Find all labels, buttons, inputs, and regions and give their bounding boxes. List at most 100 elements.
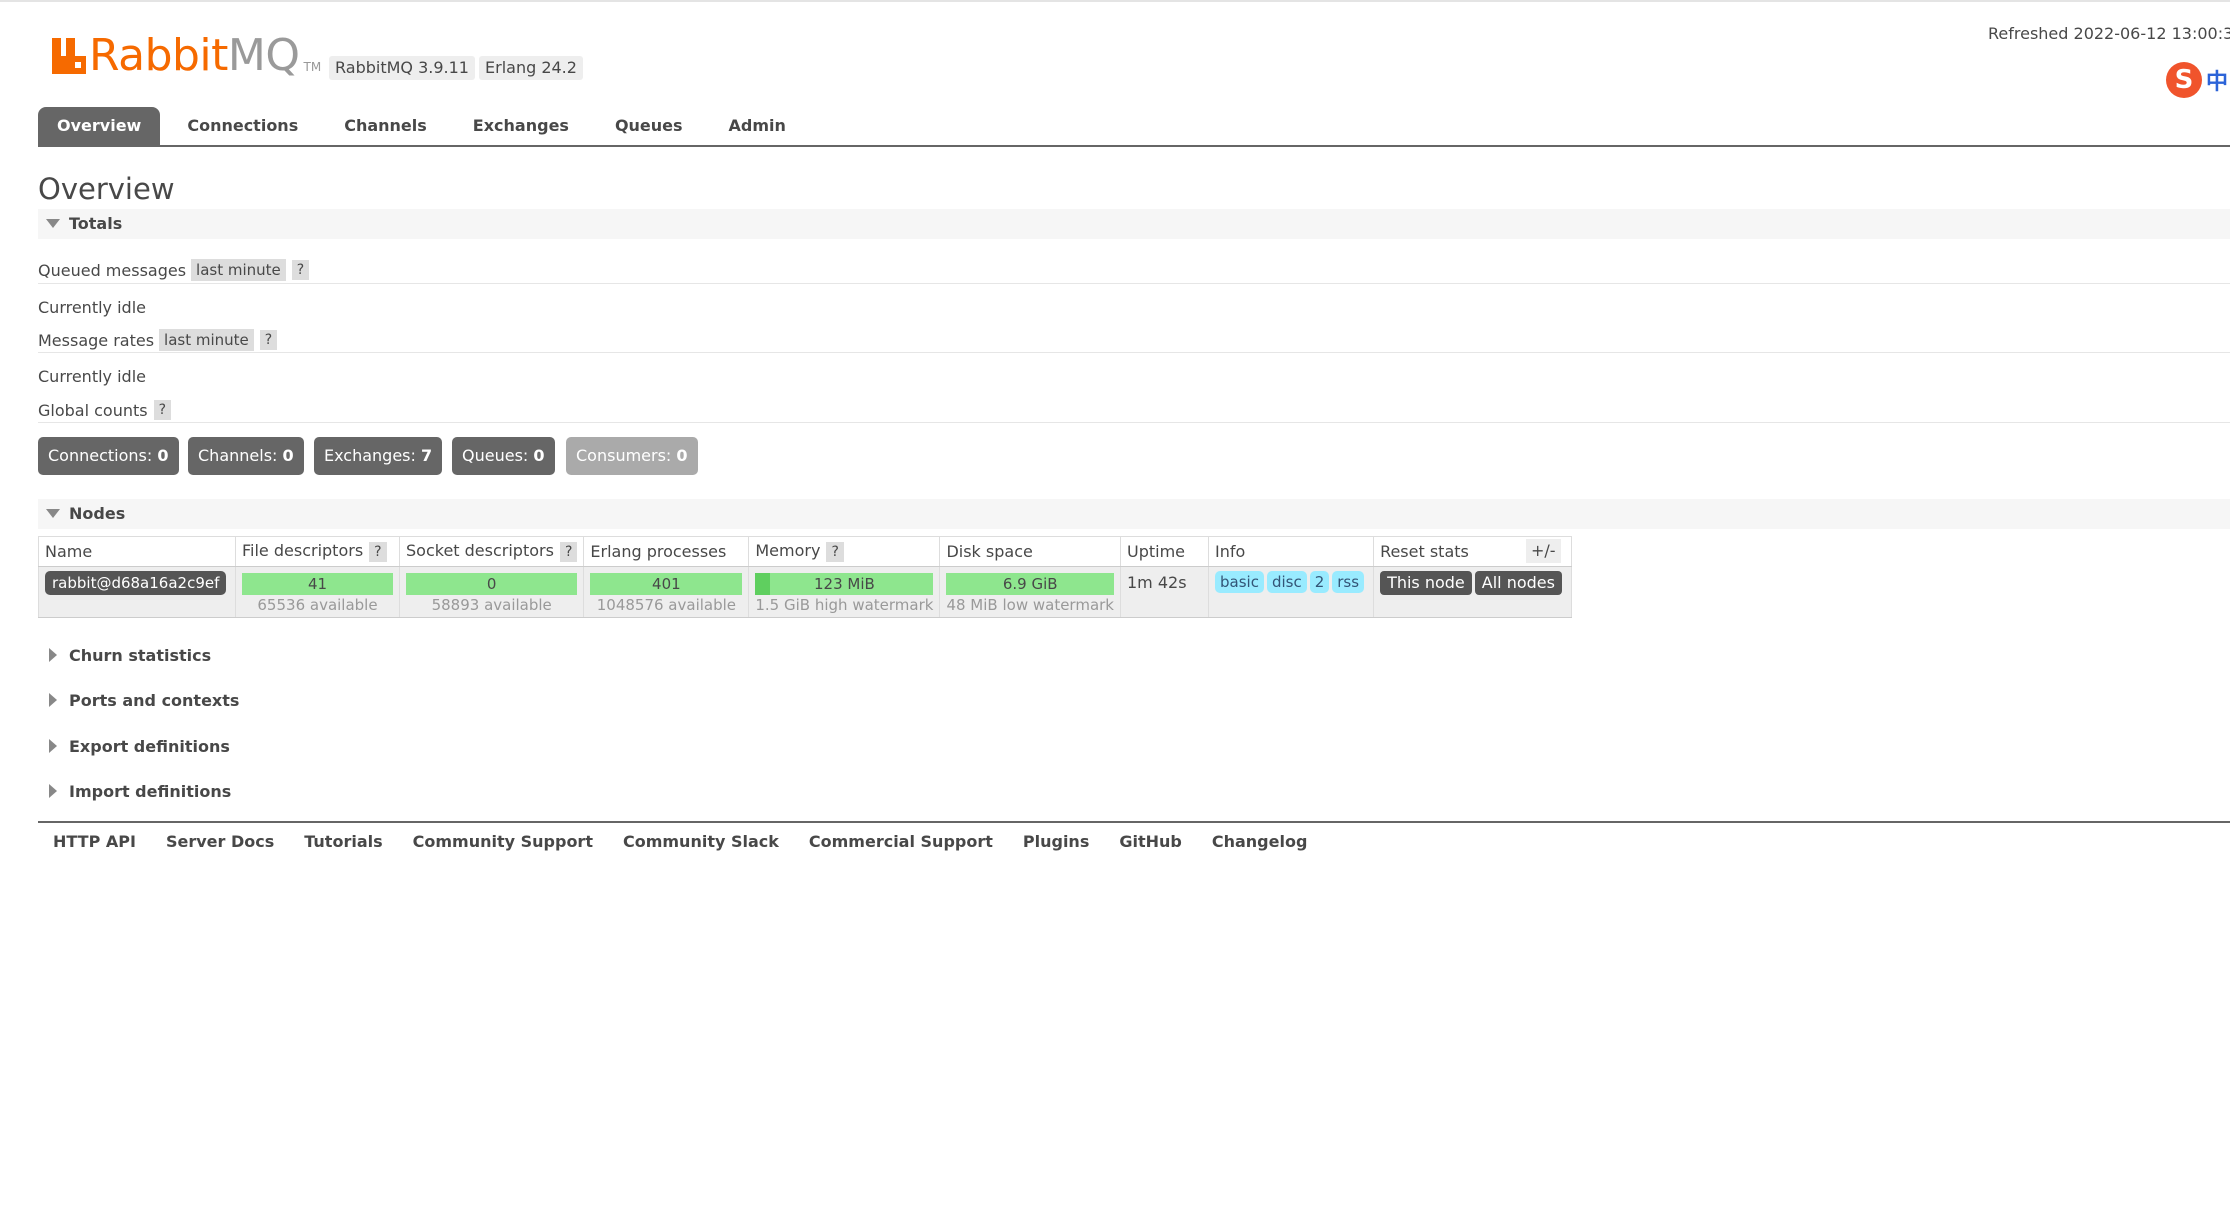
footer-divider bbox=[38, 821, 2230, 823]
queued-status-text: Currently idle bbox=[38, 298, 146, 317]
memory-bar: 123 MiB bbox=[755, 573, 934, 595]
reset-this-node-button[interactable]: This node bbox=[1380, 571, 1472, 595]
collapsed-triangle-icon bbox=[49, 739, 57, 753]
reset-all-nodes-button[interactable]: All nodes bbox=[1474, 571, 1562, 595]
import-definitions-section[interactable]: Import definitions bbox=[38, 778, 231, 804]
expanded-triangle-icon bbox=[46, 219, 60, 228]
footer-link-community-slack[interactable]: Community Slack bbox=[608, 829, 794, 855]
ime-language-indicator: 中 bbox=[2206, 70, 2229, 95]
nodes-table: Name File descriptors? Socket descriptor… bbox=[38, 536, 1572, 618]
refreshed-timestamp: Refreshed 2022-06-12 13:00:30 bbox=[1988, 24, 2230, 43]
tab-queues[interactable]: Queues bbox=[596, 107, 702, 145]
column-header-file-descriptors: File descriptors? bbox=[235, 536, 400, 567]
column-toggle-button[interactable]: +/- bbox=[1526, 539, 1561, 563]
export-definitions-section[interactable]: Export definitions bbox=[38, 733, 230, 759]
consumers-count-button[interactable]: Consumers: 0 bbox=[566, 437, 698, 475]
tab-connections[interactable]: Connections bbox=[168, 107, 317, 145]
connections-count-button[interactable]: Connections: 0 bbox=[38, 437, 179, 475]
queued-help-icon[interactable]: ? bbox=[291, 260, 310, 280]
tab-admin[interactable]: Admin bbox=[710, 107, 805, 145]
nodes-section-header[interactable]: Nodes bbox=[38, 499, 2230, 529]
socket-descriptors-help-icon[interactable]: ? bbox=[559, 542, 578, 562]
erlang-processes-available: 1048576 available bbox=[596, 596, 737, 614]
top-border bbox=[0, 0, 2230, 2]
collapsed-triangle-icon bbox=[49, 648, 57, 662]
message-rates-row: Message rates last minute ? bbox=[38, 328, 278, 352]
global-counts-help-icon[interactable]: ? bbox=[153, 400, 172, 420]
uptime-value: 1m 42s bbox=[1127, 573, 1187, 592]
footer-link-tutorials[interactable]: Tutorials bbox=[289, 829, 397, 855]
footer-link-plugins[interactable]: Plugins bbox=[1008, 829, 1104, 855]
divider bbox=[38, 352, 2230, 353]
column-header-erlang-processes: Erlang processes bbox=[583, 536, 750, 567]
page-title: Overview bbox=[38, 172, 175, 206]
churn-statistics-section[interactable]: Churn statistics bbox=[38, 642, 211, 668]
info-badge-basic: basic bbox=[1215, 571, 1264, 593]
global-counts-row: Global counts ? bbox=[38, 398, 172, 422]
divider bbox=[38, 422, 2230, 423]
footer-link-commercial-support[interactable]: Commercial Support bbox=[794, 829, 1008, 855]
reset-stats-cell: This node All nodes bbox=[1373, 566, 1572, 618]
footer-link-http-api[interactable]: HTTP API bbox=[38, 829, 151, 855]
disk-space-bar: 6.9 GiB bbox=[946, 573, 1114, 595]
exchanges-count-button[interactable]: Exchanges: 7 bbox=[314, 437, 443, 475]
queued-messages-label: Queued messages bbox=[38, 260, 187, 280]
node-name-link[interactable]: rabbit@d68a16a2c9ef bbox=[45, 571, 227, 595]
column-header-uptime: Uptime bbox=[1120, 536, 1209, 567]
tab-exchanges[interactable]: Exchanges bbox=[454, 107, 588, 145]
uptime-cell: 1m 42s bbox=[1120, 566, 1209, 618]
tabs-underline bbox=[38, 145, 2230, 147]
rates-status-text: Currently idle bbox=[38, 367, 146, 386]
node-name-cell: rabbit@d68a16a2c9ef bbox=[38, 566, 236, 618]
memory-help-icon[interactable]: ? bbox=[826, 542, 844, 562]
socket-descriptors-cell: 0 58893 available bbox=[398, 566, 585, 618]
ime-toolbar[interactable]: S 中 bbox=[2166, 60, 2230, 104]
erlang-processes-cell: 401 1048576 available bbox=[583, 566, 750, 618]
collapsed-triangle-icon bbox=[49, 693, 57, 707]
erlang-version-badge: Erlang 24.2 bbox=[479, 56, 583, 80]
rates-help-icon[interactable]: ? bbox=[259, 330, 278, 350]
memory-cell: 123 MiB 1.5 GiB high watermark bbox=[748, 566, 941, 618]
sogou-ime-icon: S bbox=[2166, 62, 2202, 98]
info-badge-count: 2 bbox=[1309, 571, 1330, 593]
info-badge-rss: rss bbox=[1332, 571, 1365, 593]
tab-overview[interactable]: Overview bbox=[38, 107, 161, 145]
queued-messages-row: Queued messages last minute ? bbox=[38, 258, 310, 282]
column-header-memory: Memory? bbox=[748, 536, 941, 567]
rabbit-logo-icon bbox=[52, 38, 86, 74]
global-counts-label: Global counts bbox=[38, 400, 148, 420]
queues-count-button[interactable]: Queues: 0 bbox=[452, 437, 555, 475]
message-rates-label: Message rates bbox=[38, 330, 155, 350]
totals-section-label: Totals bbox=[69, 214, 123, 233]
erlang-processes-bar: 401 bbox=[590, 573, 743, 595]
queued-range-selector[interactable]: last minute bbox=[191, 259, 286, 281]
file-descriptors-bar: 41 bbox=[242, 573, 393, 595]
column-header-name: Name bbox=[38, 536, 236, 567]
logo-text: RabbitMQ bbox=[89, 30, 300, 81]
footer-link-server-docs[interactable]: Server Docs bbox=[151, 829, 289, 855]
tab-channels[interactable]: Channels bbox=[325, 107, 446, 145]
ports-and-contexts-section[interactable]: Ports and contexts bbox=[38, 687, 239, 713]
info-badge-disc: disc bbox=[1266, 571, 1307, 593]
file-descriptors-available: 65536 available bbox=[257, 596, 378, 614]
memory-high-watermark: 1.5 GiB high watermark bbox=[755, 596, 934, 614]
collapsed-triangle-icon bbox=[49, 784, 57, 798]
logo-trademark: TM bbox=[303, 60, 322, 74]
rabbitmq-logo[interactable]: RabbitMQ TM bbox=[52, 32, 321, 80]
footer-link-community-support[interactable]: Community Support bbox=[398, 829, 608, 855]
column-header-socket-descriptors: Socket descriptors? bbox=[398, 536, 585, 567]
import-definitions-label: Import definitions bbox=[69, 781, 232, 801]
totals-section-header[interactable]: Totals bbox=[38, 209, 2230, 239]
disk-low-watermark: 48 MiB low watermark bbox=[946, 596, 1114, 614]
file-descriptors-cell: 41 65536 available bbox=[235, 566, 400, 618]
socket-descriptors-available: 58893 available bbox=[431, 596, 552, 614]
export-definitions-label: Export definitions bbox=[69, 736, 230, 756]
rates-range-selector[interactable]: last minute bbox=[159, 329, 254, 351]
socket-descriptors-bar: 0 bbox=[406, 573, 578, 595]
channels-count-button[interactable]: Channels: 0 bbox=[188, 437, 304, 475]
footer-link-github[interactable]: GitHub bbox=[1104, 829, 1197, 855]
file-descriptors-help-icon[interactable]: ? bbox=[369, 542, 387, 562]
ports-and-contexts-label: Ports and contexts bbox=[69, 690, 240, 710]
footer-link-changelog[interactable]: Changelog bbox=[1197, 829, 1323, 855]
expanded-triangle-icon bbox=[46, 509, 60, 518]
